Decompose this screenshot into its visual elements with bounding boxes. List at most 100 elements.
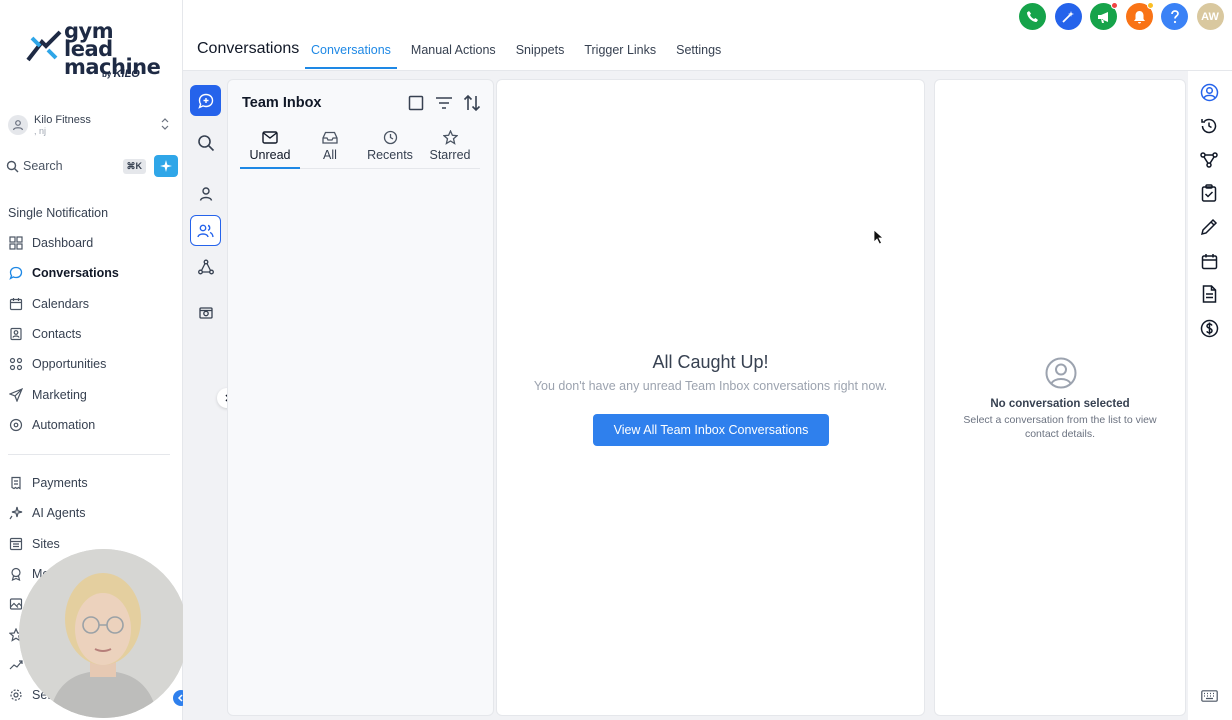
page-title: Conversations (197, 40, 300, 57)
tab-conversations[interactable]: Conversations (305, 40, 397, 69)
opportunities-tab-button[interactable] (1199, 150, 1219, 170)
filter-tab-recents[interactable]: Recents (360, 126, 420, 168)
tasks-tab-button[interactable] (1199, 183, 1219, 203)
rail-workflow-button[interactable] (190, 251, 221, 282)
sidebar-item-marketing[interactable]: Marketing (8, 379, 178, 409)
sidebar-item-dashboard[interactable]: Dashboard (8, 228, 178, 258)
user-icon (199, 186, 212, 201)
ai-assist-button[interactable] (154, 155, 178, 177)
team-icon (197, 224, 214, 237)
view-all-conversations-button[interactable]: View All Team Inbox Conversations (593, 414, 829, 446)
search-icon (6, 160, 19, 172)
search-label: Search (23, 159, 63, 173)
nodes-icon (197, 259, 214, 274)
filter-tab-starred[interactable]: Starred (420, 126, 480, 168)
no-conversation-title: No conversation selected (990, 398, 1130, 410)
sidebar-divider (8, 454, 170, 455)
sort-button[interactable] (463, 94, 481, 112)
inbox-title: Team Inbox (242, 95, 322, 111)
rail-search-button[interactable] (190, 127, 221, 158)
sidebar-item-contacts[interactable]: Contacts (8, 319, 178, 349)
phone-icon (1027, 11, 1038, 22)
filter-icon (436, 97, 452, 109)
filter-tab-label: Recents (367, 148, 413, 162)
sidebar-item-label: Payments (32, 476, 88, 491)
search-icon (197, 134, 214, 151)
filter-tab-label: All (323, 148, 337, 162)
sidebar-item-opportunities[interactable]: Opportunities (8, 349, 178, 379)
filter-tab-unread[interactable]: Unread (240, 126, 300, 169)
top-bar: Conversations Conversations Manual Actio… (183, 0, 1232, 71)
rail-internal-button[interactable] (190, 297, 221, 328)
conversation-view-panel: All Caught Up! You don't have any unread… (496, 79, 925, 716)
help-button[interactable] (1161, 3, 1188, 30)
tab-snippets[interactable]: Snippets (516, 40, 565, 69)
star-icon (442, 129, 458, 145)
sidebar-item-label: Sites (32, 536, 60, 551)
sidebar-item-automation[interactable]: Automation (8, 410, 178, 440)
sidebar-item-ai-agents[interactable]: AI Agents (8, 498, 178, 528)
notes-tab-button[interactable] (1199, 217, 1219, 237)
empty-state-subtitle: You don't have any unread Team Inbox con… (533, 379, 888, 393)
account-avatar-icon (8, 115, 28, 135)
filter-tab-all[interactable]: All (300, 126, 360, 168)
select-all-checkbox[interactable] (407, 94, 425, 112)
notifications-button[interactable] (1125, 2, 1154, 30)
sidebar-item-conversations[interactable]: Conversations (8, 258, 178, 288)
send-icon (8, 387, 24, 403)
ai-agents-icon (8, 505, 24, 521)
notification-dot (1111, 2, 1118, 9)
ai-magic-button[interactable] (1054, 3, 1082, 30)
user-avatar[interactable]: AW (1196, 3, 1224, 30)
trend-icon (8, 657, 24, 673)
inbox-tools (397, 94, 481, 112)
user-circle-icon (1200, 83, 1218, 101)
checkbox-icon (408, 95, 424, 111)
workflow-icon (1200, 152, 1218, 168)
appointments-tab-button[interactable] (1199, 251, 1219, 271)
sidebar-item-calendars[interactable]: Calendars (8, 289, 178, 319)
document-icon (1202, 285, 1216, 303)
sidebar-item-label: Marketing (32, 387, 87, 402)
account-switcher[interactable]: Kilo Fitness , nj (8, 112, 174, 138)
rail-my-inbox-button[interactable] (190, 178, 221, 209)
logo-mark-icon (26, 30, 62, 62)
chat-icon (8, 265, 24, 281)
payments-icon (8, 475, 24, 491)
activity-tab-button[interactable] (1199, 116, 1219, 136)
tab-trigger-links[interactable]: Trigger Links (584, 40, 656, 69)
clock-icon (383, 130, 397, 144)
left-sidebar: gym lead machine by KILO Kilo Fitness , … (0, 0, 189, 720)
sidebar-item-label: AI Agents (32, 506, 86, 521)
tab-manual-actions[interactable]: Manual Actions (411, 40, 496, 69)
sites-icon (8, 536, 24, 552)
chevron-updown-icon (161, 118, 169, 130)
sidebar-item-label: Calendars (32, 296, 89, 311)
filter-button[interactable] (435, 94, 453, 112)
settings-icon (8, 687, 24, 703)
dashboard-icon (8, 235, 24, 251)
pencil-icon (1200, 218, 1218, 236)
mail-icon (262, 130, 278, 144)
rail-team-inbox-button[interactable] (190, 215, 221, 246)
keyboard-shortcuts-button[interactable] (1199, 686, 1219, 706)
sidebar-search[interactable]: Search ⌘K (6, 155, 178, 177)
user-circle-icon (1045, 357, 1077, 389)
calendar-icon (8, 296, 24, 312)
sparkle-icon (160, 160, 172, 172)
brand-logo[interactable]: gym lead machine by KILO (26, 21, 161, 82)
sidebar-item-payments[interactable]: Payments (8, 468, 178, 498)
phone-button[interactable] (1019, 3, 1046, 30)
right-tool-rail (1188, 71, 1232, 720)
documents-tab-button[interactable] (1199, 284, 1219, 304)
contacts-icon (8, 326, 24, 342)
mouse-cursor-icon (873, 229, 885, 245)
rail-new-conversation-button[interactable] (190, 85, 221, 116)
payments-tab-button[interactable] (1199, 318, 1219, 338)
notification-dot (1146, 2, 1154, 9)
opportunities-icon (8, 356, 24, 372)
announcements-button[interactable] (1090, 2, 1118, 30)
tab-settings[interactable]: Settings (676, 40, 721, 69)
no-conversation-subtitle: Select a conversation from the list to v… (963, 414, 1157, 440)
contact-tab-button[interactable] (1199, 82, 1219, 102)
